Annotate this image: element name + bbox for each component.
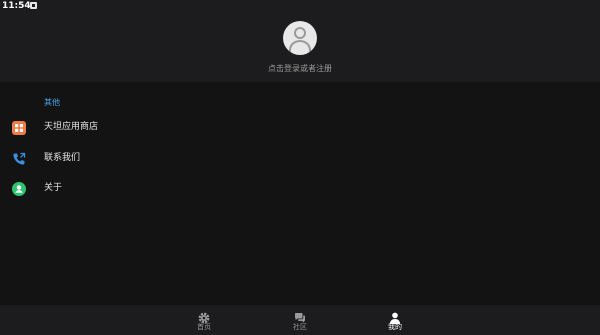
notification-icon bbox=[30, 2, 37, 9]
menu-item-label: 联系我们 bbox=[44, 153, 81, 163]
menu-item-app-store[interactable]: 天坦应用商店 bbox=[0, 113, 600, 141]
menu-item-label: 天坦应用商店 bbox=[44, 122, 99, 132]
screen: 11:54 点击登录或者注册 其他 天坦应用商店 联系我们 关于 首页 社区 我… bbox=[0, 0, 600, 335]
about-user-icon bbox=[12, 181, 26, 196]
app-store-icon bbox=[12, 120, 26, 135]
nav-item-mine[interactable]: 我的 bbox=[375, 305, 415, 335]
bottom-nav: 首页 社区 我的 bbox=[0, 305, 600, 335]
default-avatar-icon[interactable] bbox=[283, 21, 317, 55]
nav-label: 首页 bbox=[197, 323, 211, 331]
profile-header[interactable]: 点击登录或者注册 bbox=[0, 12, 600, 82]
nav-label: 我的 bbox=[388, 323, 402, 331]
menu-item-label: 关于 bbox=[44, 183, 63, 193]
menu-item-contact-us[interactable]: 联系我们 bbox=[0, 144, 600, 172]
profile-person-icon bbox=[389, 309, 401, 324]
login-prompt[interactable]: 点击登录或者注册 bbox=[0, 63, 600, 74]
status-time: 11:54 bbox=[2, 1, 31, 11]
section-title: 其他 bbox=[44, 98, 60, 107]
nav-item-community[interactable]: 社区 bbox=[280, 305, 320, 335]
status-bar: 11:54 bbox=[0, 0, 600, 12]
menu-item-about[interactable]: 关于 bbox=[0, 174, 600, 202]
phone-icon bbox=[12, 151, 26, 165]
community-chat-icon bbox=[294, 309, 306, 323]
home-gear-icon bbox=[198, 309, 210, 324]
nav-item-home[interactable]: 首页 bbox=[184, 305, 224, 335]
nav-label: 社区 bbox=[293, 323, 307, 331]
